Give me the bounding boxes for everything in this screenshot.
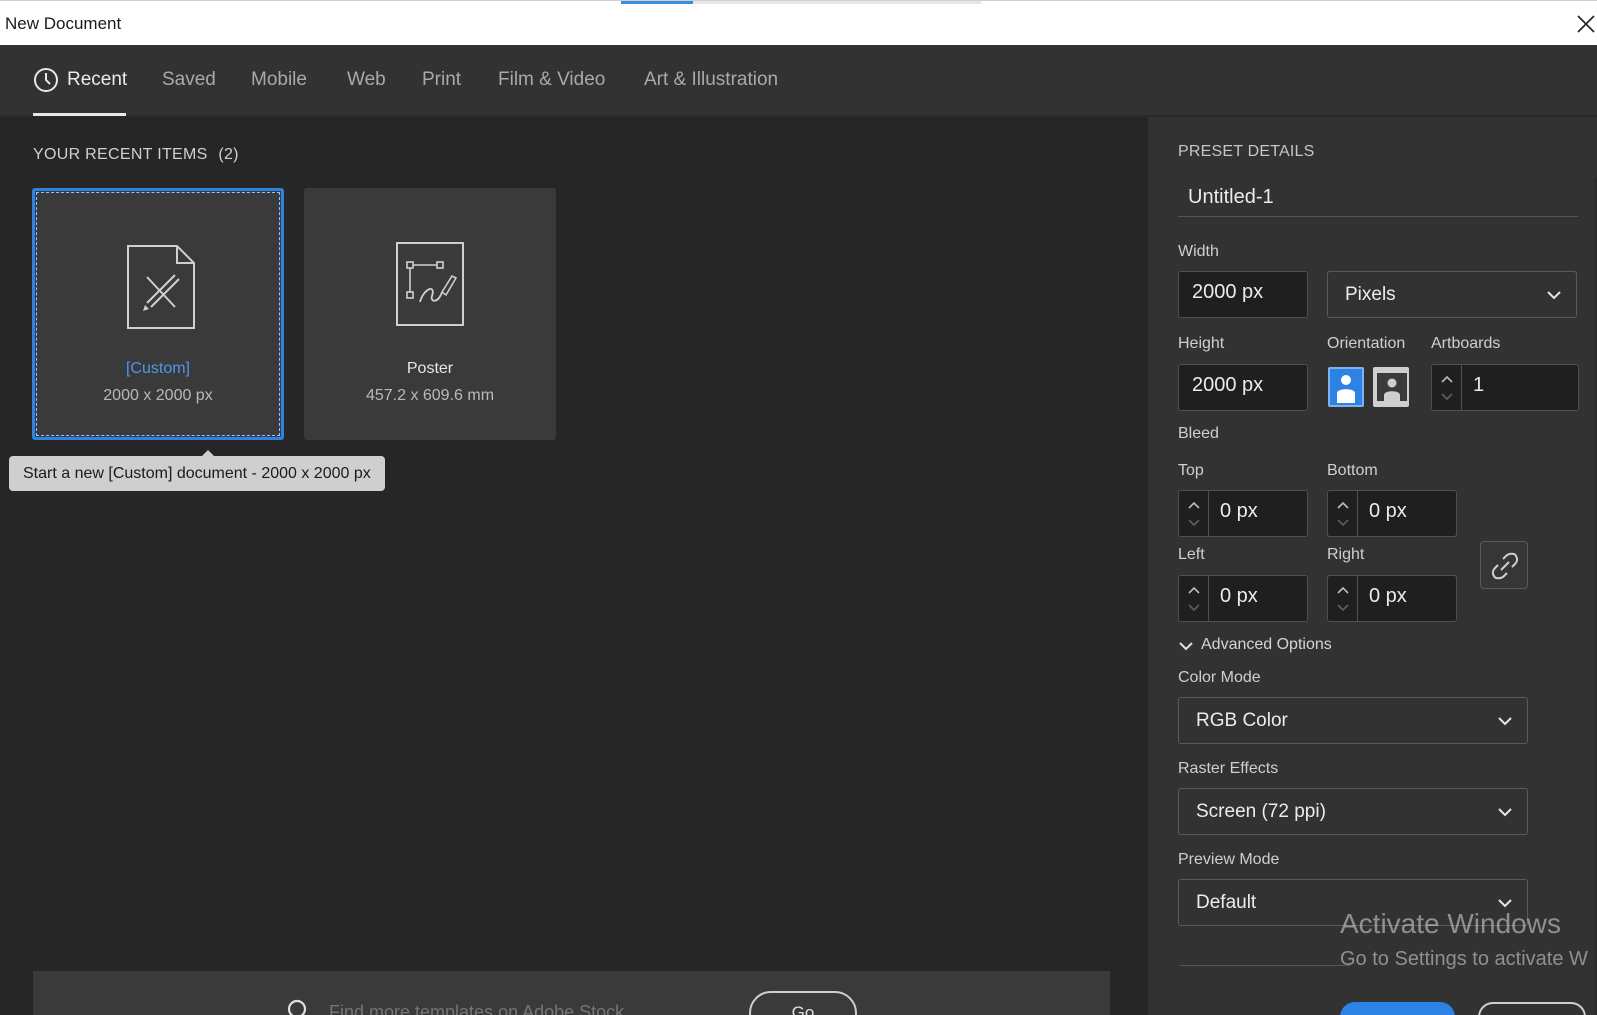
height-input[interactable]: 2000 px — [1178, 364, 1308, 411]
title-accent-secondary — [693, 1, 981, 4]
bleed-right-label: Right — [1327, 546, 1365, 563]
artboards-stepper[interactable] — [1432, 365, 1462, 410]
tab-saved[interactable]: Saved — [162, 69, 216, 91]
recent-item-name: Poster — [406, 360, 454, 377]
preset-details-heading: PRESET DETAILS — [1178, 143, 1315, 160]
color-mode-value: RGB Color — [1196, 710, 1288, 731]
close-button[interactable] — [1478, 1002, 1586, 1015]
orientation-label: Orientation — [1327, 335, 1406, 352]
clock-icon — [34, 68, 58, 92]
link-icon — [1491, 552, 1519, 580]
recent-heading-text: YOUR RECENT ITEMS — [33, 146, 208, 163]
chevron-down-icon — [1547, 291, 1561, 300]
chevron-down-icon[interactable] — [1187, 602, 1201, 614]
document-tools-icon — [127, 245, 195, 329]
height-label: Height — [1178, 335, 1225, 352]
artboards-label: Artboards — [1431, 335, 1501, 352]
recent-item-poster[interactable]: Poster 457.2 x 609.6 mm — [304, 188, 556, 440]
bleed-bottom-value: 0 px — [1369, 500, 1407, 522]
active-tab-indicator — [33, 113, 126, 116]
tooltip: Start a new [Custom] document - 2000 x 2… — [9, 450, 385, 491]
height-value: 2000 px — [1192, 374, 1264, 396]
recent-items-heading: YOUR RECENT ITEMS (2) — [33, 146, 239, 164]
create-button[interactable] — [1340, 1002, 1455, 1015]
bleed-bottom-label: Bottom — [1327, 462, 1378, 479]
chevron-down-icon[interactable] — [1336, 602, 1350, 614]
portrait-icon — [1337, 375, 1355, 403]
artboards-value: 1 — [1473, 374, 1485, 396]
landscape-icon — [1377, 373, 1407, 401]
portrait-orientation-button[interactable] — [1328, 367, 1364, 407]
units-select[interactable]: Pixels — [1327, 271, 1577, 318]
bleed-right-input[interactable]: 0 px — [1327, 575, 1457, 622]
raster-effects-value: Screen (72 ppi) — [1196, 801, 1326, 822]
chevron-down-icon[interactable] — [1187, 517, 1201, 529]
raster-effects-select[interactable]: Screen (72 ppi) — [1178, 788, 1528, 835]
units-value: Pixels — [1345, 284, 1396, 305]
artboards-input[interactable]: 1 — [1431, 364, 1579, 411]
document-name-field[interactable]: Untitled-1 — [1178, 181, 1578, 217]
chevron-up-icon[interactable] — [1336, 499, 1350, 511]
chevron-down-icon — [1498, 808, 1512, 817]
bleed-top-input[interactable]: 0 px — [1178, 490, 1308, 537]
search-icon — [287, 999, 307, 1015]
bleed-top-stepper[interactable] — [1179, 491, 1209, 536]
chevron-down-icon — [1498, 717, 1512, 726]
chevron-up-icon[interactable] — [1440, 373, 1454, 385]
tab-art-illustration[interactable]: Art & Illustration — [644, 69, 778, 91]
bleed-right-stepper[interactable] — [1328, 576, 1358, 621]
activate-windows-subtitle: Go to Settings to activate W — [1340, 948, 1588, 970]
bleed-left-stepper[interactable] — [1179, 576, 1209, 621]
width-value: 2000 px — [1192, 281, 1264, 303]
title-accent — [621, 1, 693, 4]
recent-item-custom[interactable]: [Custom] 2000 x 2000 px — [32, 188, 284, 440]
bleed-bottom-input[interactable]: 0 px — [1327, 490, 1457, 537]
bleed-top-value: 0 px — [1220, 500, 1258, 522]
recent-count: (2) — [218, 146, 239, 163]
preview-mode-value: Default — [1196, 892, 1257, 913]
chevron-down-icon[interactable] — [1336, 517, 1350, 529]
title-bar: New Document — [0, 0, 1597, 45]
chevron-down-icon[interactable] — [1440, 391, 1454, 403]
tab-recent[interactable]: Recent — [67, 69, 127, 91]
tab-web[interactable]: Web — [347, 69, 386, 91]
width-label: Width — [1178, 243, 1219, 260]
bleed-left-input[interactable]: 0 px — [1178, 575, 1308, 622]
preview-mode-label: Preview Mode — [1178, 851, 1280, 868]
bleed-label: Bleed — [1178, 425, 1219, 442]
bleed-left-value: 0 px — [1220, 585, 1258, 607]
bleed-right-value: 0 px — [1369, 585, 1407, 607]
stock-search-input[interactable] — [329, 997, 719, 1015]
color-mode-label: Color Mode — [1178, 669, 1261, 686]
chevron-up-icon[interactable] — [1187, 584, 1201, 596]
tab-film-video[interactable]: Film & Video — [498, 69, 605, 91]
color-mode-select[interactable]: RGB Color — [1178, 697, 1528, 744]
chevron-up-icon[interactable] — [1336, 584, 1350, 596]
chevron-up-icon[interactable] — [1187, 499, 1201, 511]
recent-item-size: 2000 x 2000 px — [103, 387, 213, 404]
preset-details-pane: PRESET DETAILS Untitled-1 Width 2000 px … — [1148, 117, 1597, 1015]
width-input[interactable]: 2000 px — [1178, 271, 1308, 318]
bleed-top-label: Top — [1178, 462, 1204, 479]
stock-search-bar: Go — [33, 971, 1110, 1015]
tab-mobile[interactable]: Mobile — [251, 69, 307, 91]
recent-item-name: [Custom] — [125, 360, 190, 377]
raster-effects-label: Raster Effects — [1178, 760, 1279, 777]
recent-items-pane: YOUR RECENT ITEMS (2) [Custom] 2000 x 20… — [0, 117, 1148, 1015]
close-icon[interactable] — [1575, 13, 1597, 35]
bleed-left-label: Left — [1178, 546, 1205, 563]
window-title: New Document — [5, 14, 122, 33]
activate-windows-title: Activate Windows — [1340, 908, 1561, 939]
landscape-orientation-button[interactable] — [1373, 367, 1409, 407]
tab-print[interactable]: Print — [422, 69, 461, 91]
document-pen-icon — [396, 242, 464, 326]
bleed-bottom-stepper[interactable] — [1328, 491, 1358, 536]
go-button[interactable]: Go — [749, 991, 857, 1015]
divider — [1180, 965, 1350, 966]
recent-item-size: 457.2 x 609.6 mm — [365, 387, 495, 404]
advanced-options-toggle[interactable]: Advanced Options — [1201, 636, 1332, 654]
preset-tabs: Recent Saved Mobile Web Print Film & Vid… — [0, 45, 1597, 117]
chevron-down-icon[interactable] — [1179, 641, 1193, 651]
link-bleed-button[interactable] — [1480, 541, 1528, 589]
